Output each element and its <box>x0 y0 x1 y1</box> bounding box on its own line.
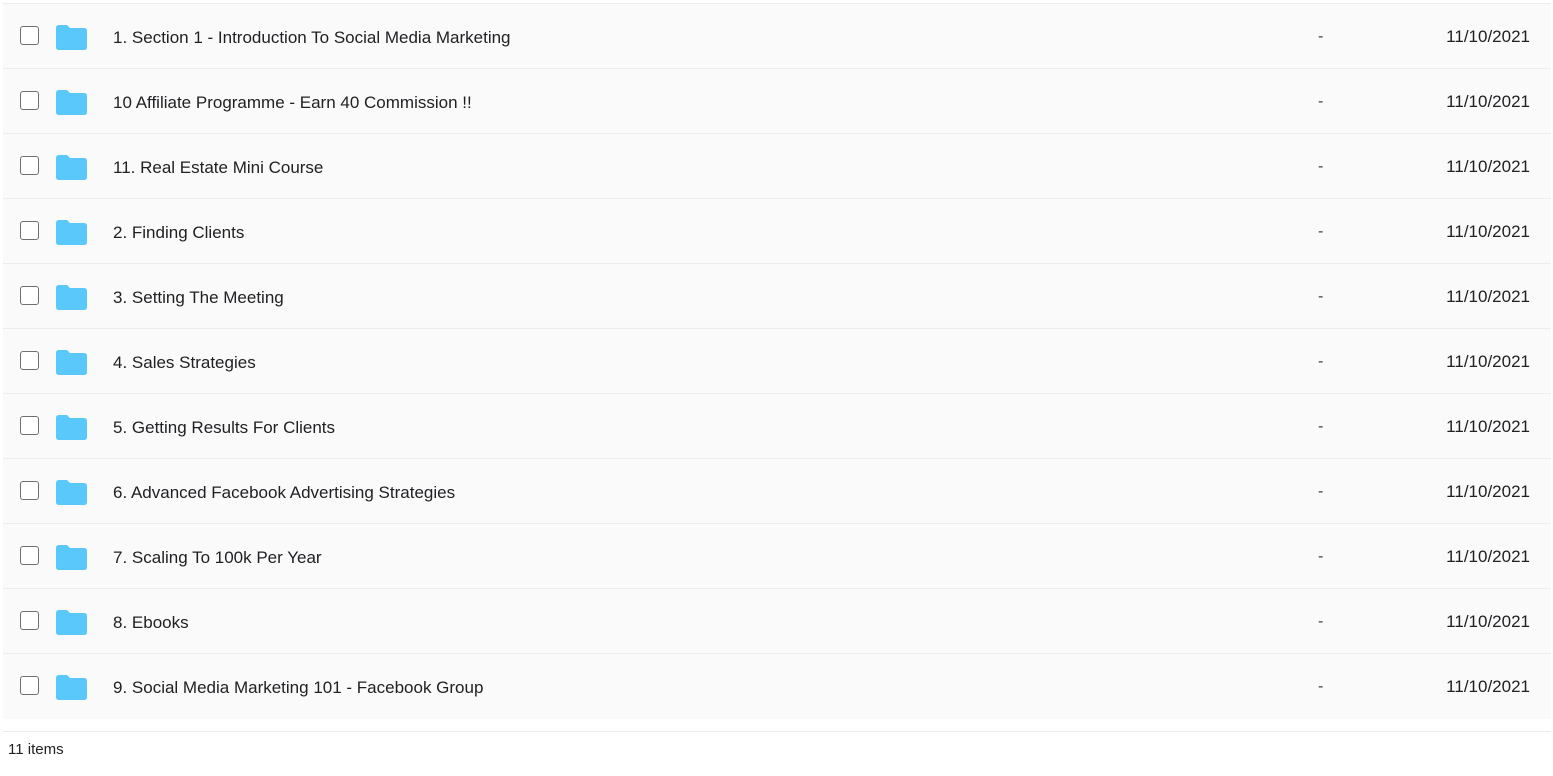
file-name[interactable]: 7. Scaling To 100k Per Year <box>113 547 322 569</box>
folder-icon <box>56 285 87 310</box>
file-date: 11/10/2021 <box>1446 612 1530 631</box>
checkbox[interactable] <box>20 676 39 695</box>
file-size: - <box>1318 158 1324 175</box>
file-name[interactable]: 8. Ebooks <box>113 612 189 634</box>
list-item[interactable]: 11. Real Estate Mini Course - 11/10/2021 <box>3 134 1551 199</box>
file-size: - <box>1318 678 1324 695</box>
file-date: 11/10/2021 <box>1446 417 1530 436</box>
file-size: - <box>1318 548 1324 565</box>
file-size: - <box>1318 418 1324 435</box>
file-date: 11/10/2021 <box>1446 92 1530 111</box>
file-date: 11/10/2021 <box>1446 222 1530 241</box>
list-item[interactable]: 1. Section 1 - Introduction To Social Me… <box>3 4 1551 69</box>
file-name[interactable]: 2. Finding Clients <box>113 222 244 244</box>
folder-icon <box>56 155 87 180</box>
folder-icon <box>56 415 87 440</box>
file-size: - <box>1318 353 1324 370</box>
file-date: 11/10/2021 <box>1446 677 1530 696</box>
file-size: - <box>1318 613 1324 630</box>
list-item[interactable]: 4. Sales Strategies - 11/10/2021 <box>3 329 1551 394</box>
file-list: 1. Section 1 - Introduction To Social Me… <box>3 3 1551 719</box>
folder-icon <box>56 480 87 505</box>
list-item[interactable]: 5. Getting Results For Clients - 11/10/2… <box>3 394 1551 459</box>
checkbox[interactable] <box>20 546 39 565</box>
folder-icon <box>56 220 87 245</box>
file-name[interactable]: 1. Section 1 - Introduction To Social Me… <box>113 27 511 49</box>
file-name[interactable]: 11. Real Estate Mini Course <box>113 157 323 179</box>
file-size: - <box>1318 288 1324 305</box>
file-date: 11/10/2021 <box>1446 27 1530 46</box>
file-date: 11/10/2021 <box>1446 547 1530 566</box>
file-size: - <box>1318 93 1324 110</box>
folder-icon <box>56 90 87 115</box>
list-item[interactable]: 6. Advanced Facebook Advertising Strateg… <box>3 459 1551 524</box>
file-date: 11/10/2021 <box>1446 287 1530 306</box>
file-date: 11/10/2021 <box>1446 157 1530 176</box>
file-date: 11/10/2021 <box>1446 482 1530 501</box>
checkbox[interactable] <box>20 221 39 240</box>
file-name[interactable]: 6. Advanced Facebook Advertising Strateg… <box>113 482 455 504</box>
checkbox[interactable] <box>20 481 39 500</box>
checkbox[interactable] <box>20 91 39 110</box>
list-item[interactable]: 2. Finding Clients - 11/10/2021 <box>3 199 1551 264</box>
file-name[interactable]: 5. Getting Results For Clients <box>113 417 335 439</box>
file-name[interactable]: 4. Sales Strategies <box>113 352 256 374</box>
file-name[interactable]: 9. Social Media Marketing 101 - Facebook… <box>113 677 483 699</box>
file-size: - <box>1318 28 1324 45</box>
list-item[interactable]: 3. Setting The Meeting - 11/10/2021 <box>3 264 1551 329</box>
file-size: - <box>1318 483 1324 500</box>
file-date: 11/10/2021 <box>1446 352 1530 371</box>
list-item[interactable]: 10 Affiliate Programme - Earn 40 Commiss… <box>3 69 1551 134</box>
file-name[interactable]: 10 Affiliate Programme - Earn 40 Commiss… <box>113 92 472 114</box>
file-name[interactable]: 3. Setting The Meeting <box>113 287 284 309</box>
folder-icon <box>56 675 87 700</box>
list-item[interactable]: 9. Social Media Marketing 101 - Facebook… <box>3 654 1551 719</box>
list-item[interactable]: 7. Scaling To 100k Per Year - 11/10/2021 <box>3 524 1551 589</box>
item-count: 11 items <box>8 741 64 758</box>
folder-icon <box>56 350 87 375</box>
checkbox[interactable] <box>20 351 39 370</box>
checkbox[interactable] <box>20 26 39 45</box>
file-size: - <box>1318 223 1324 240</box>
folder-icon <box>56 25 87 50</box>
checkbox[interactable] <box>20 286 39 305</box>
checkbox[interactable] <box>20 611 39 630</box>
list-item[interactable]: 8. Ebooks - 11/10/2021 <box>3 589 1551 654</box>
folder-icon <box>56 545 87 570</box>
folder-icon <box>56 610 87 635</box>
checkbox[interactable] <box>20 156 39 175</box>
list-footer: 11 items <box>3 731 1551 758</box>
checkbox[interactable] <box>20 416 39 435</box>
